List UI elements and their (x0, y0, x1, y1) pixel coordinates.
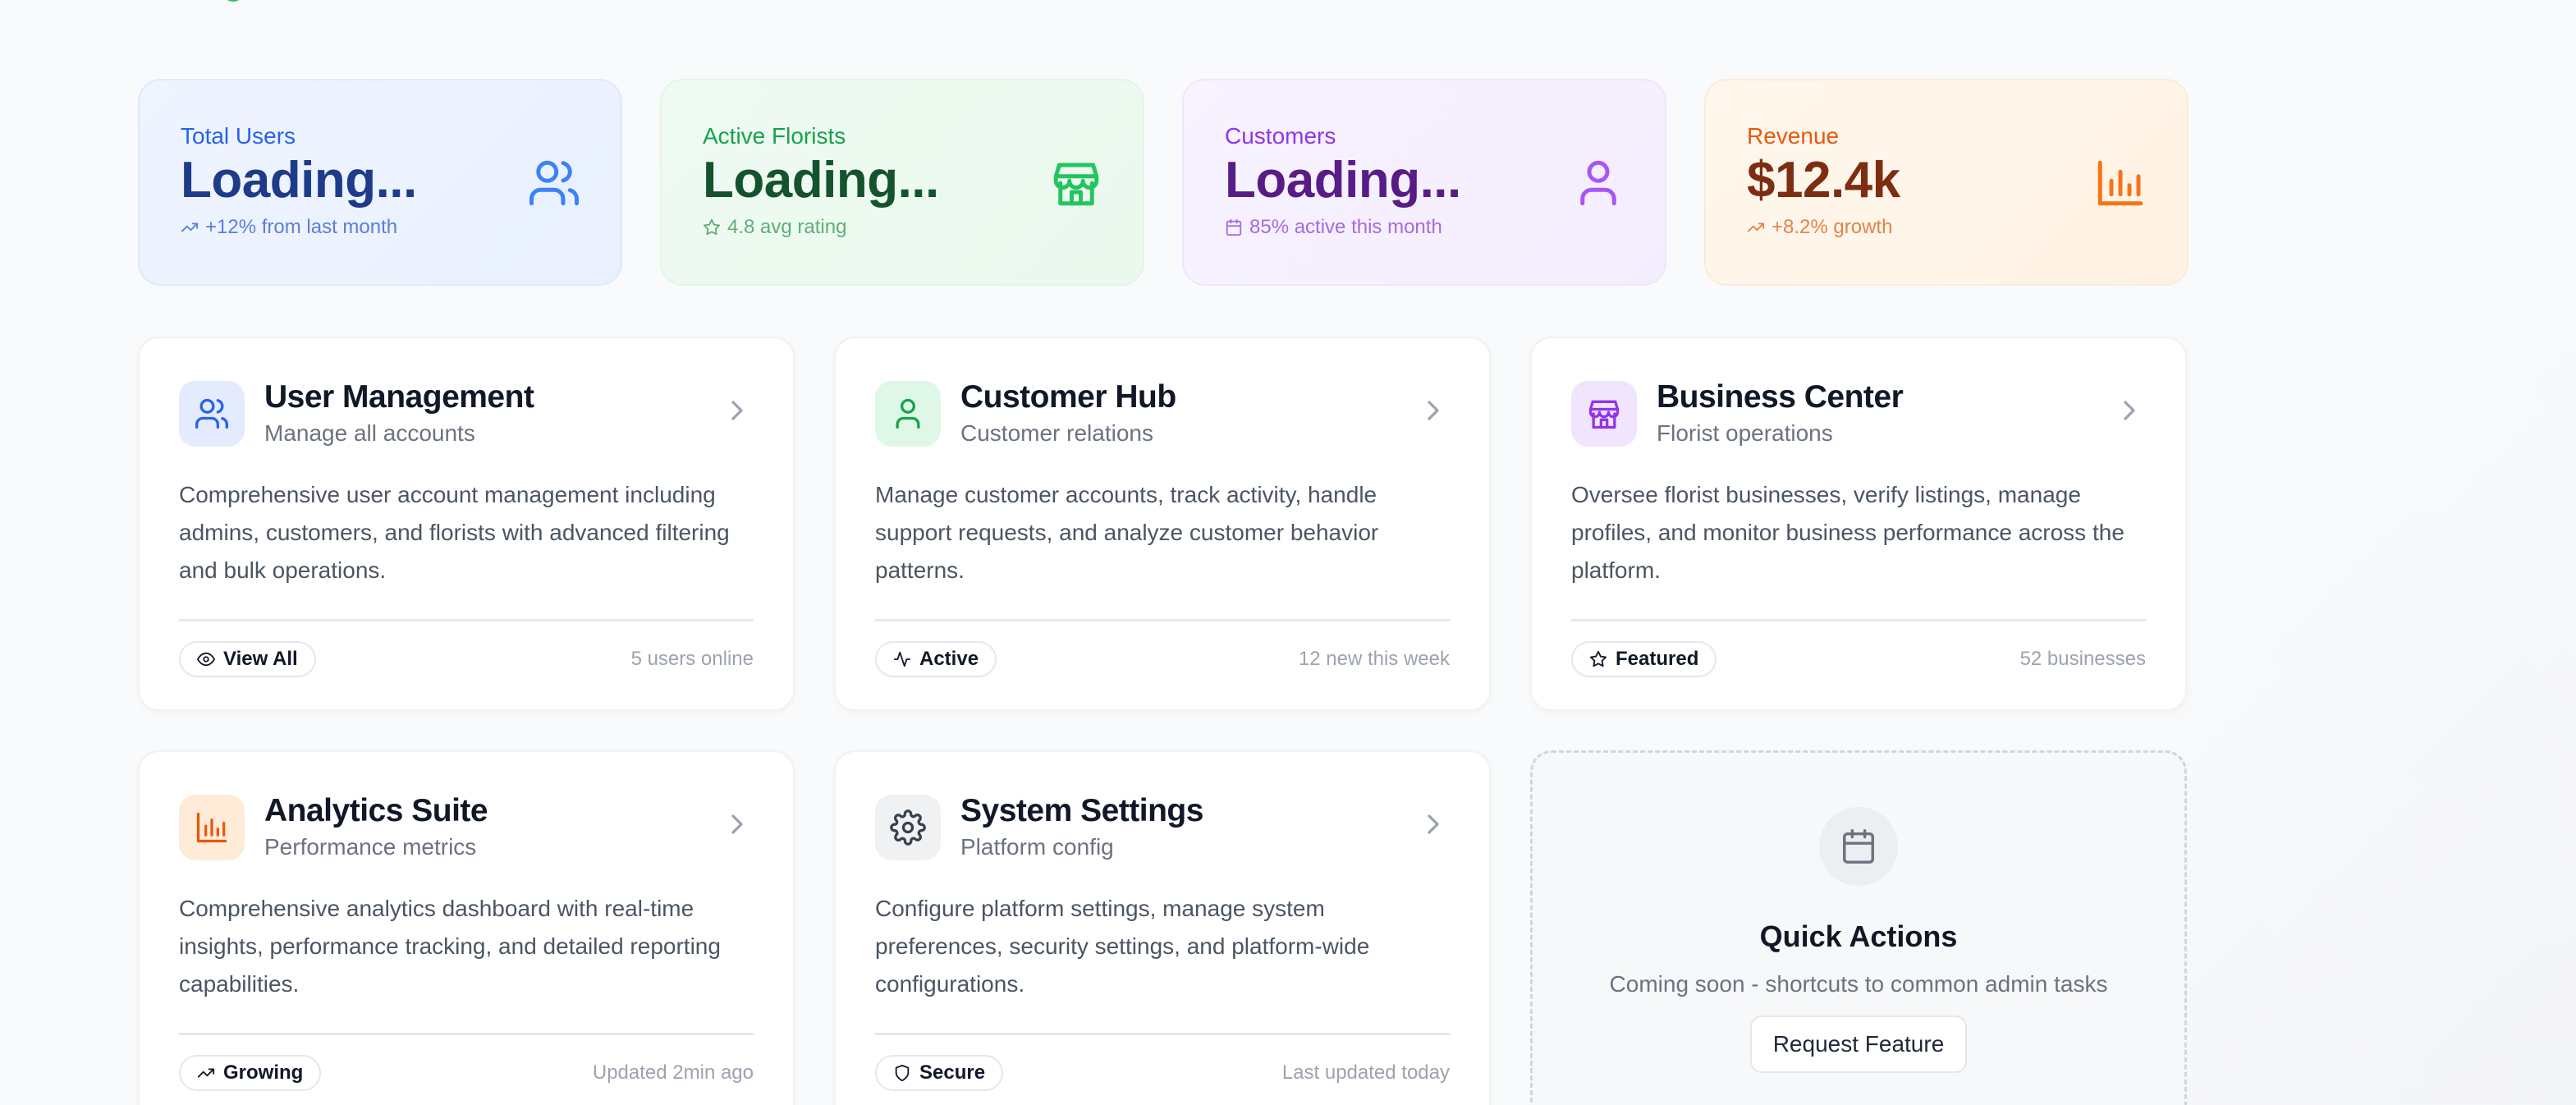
badge-active[interactable]: Active (875, 641, 997, 677)
card-footnote: 52 businesses (2019, 648, 2146, 670)
quick-actions-title: Quick Actions (1759, 919, 1958, 953)
stat-sub: 4.8 avg rating (703, 215, 1143, 240)
user-icon (1580, 160, 1616, 206)
badge-secure[interactable]: Secure (875, 1055, 1004, 1091)
badge-label: Featured (1616, 648, 1699, 670)
stat-sub: +12% from last month (181, 215, 621, 240)
card-footnote: 5 users online (630, 648, 754, 670)
stats-row: Total Users Loading... +12% from last mo… (138, 79, 2189, 286)
stat-card-active-florists[interactable]: Active Florists Loading... 4.8 avg ratin… (660, 79, 1144, 286)
quick-actions-description: Coming soon - shortcuts to common admin … (1609, 971, 2108, 997)
card-description: Comprehensive analytics dashboard with r… (179, 896, 721, 997)
card-title: System Settings (960, 793, 1203, 828)
users-icon (529, 160, 579, 206)
chevron-right-icon[interactable] (2113, 394, 2146, 427)
gear-icon (890, 809, 926, 846)
card-subtitle: Florist operations (1657, 420, 1833, 446)
card-customer-hub[interactable]: Customer Hub Customer relations Manage c… (834, 337, 1491, 711)
store-icon (1053, 163, 1099, 206)
stat-sub: 85% active this month (1225, 215, 1665, 240)
chevron-right-icon[interactable] (1417, 808, 1450, 841)
card-analytics-suite[interactable]: Analytics Suite Performance metrics Comp… (138, 750, 795, 1105)
divider (179, 619, 754, 621)
stat-card-total-users[interactable]: Total Users Loading... +12% from last mo… (138, 79, 622, 286)
badge-featured[interactable]: Featured (1571, 641, 1717, 677)
quick-actions-icon-wrap (1819, 807, 1898, 886)
badge-label: Active (919, 648, 979, 670)
stat-card-customers[interactable]: Customers Loading... 85% active this mon… (1182, 79, 1666, 286)
card-description: Manage customer accounts, track activity… (875, 482, 1379, 583)
card-description: Configure platform settings, manage syst… (875, 896, 1370, 997)
badge-growing[interactable]: Growing (179, 1055, 322, 1091)
card-title: Analytics Suite (264, 793, 488, 828)
stat-sub-text: +8.2% growth (1772, 216, 1893, 238)
badge-label: Secure (919, 1061, 986, 1084)
quick-actions-card: Quick Actions Coming soon - shortcuts to… (1530, 750, 2187, 1105)
calendar-icon (1226, 218, 1242, 236)
bar-chart-icon (2097, 160, 2143, 206)
card-title: Business Center (1657, 379, 1904, 415)
card-description: Oversee florist businesses, verify listi… (1571, 482, 2125, 583)
card-icon-wrap (875, 381, 941, 447)
users-icon (195, 398, 228, 429)
stat-sub-text: 85% active this month (1249, 216, 1442, 238)
stat-sub: +8.2% growth (1747, 215, 2187, 240)
card-icon-wrap (179, 381, 245, 447)
stat-label: Revenue (1747, 123, 1840, 149)
divider (875, 1033, 1450, 1035)
card-subtitle: Platform config (960, 834, 1114, 860)
card-title: Customer Hub (960, 379, 1176, 415)
card-subtitle: Manage all accounts (264, 420, 475, 446)
user-icon (896, 398, 920, 429)
card-system-settings[interactable]: System Settings Platform config Configur… (834, 750, 1491, 1105)
trending-up-icon (181, 222, 199, 232)
card-business-center[interactable]: Business Center Florist operations Overs… (1530, 337, 2187, 711)
card-subtitle: Performance metrics (264, 834, 477, 860)
card-subtitle: Customer relations (960, 420, 1153, 446)
card-description: Comprehensive user account management in… (179, 482, 730, 583)
star-icon (1589, 650, 1607, 667)
stat-label: Customers (1225, 123, 1336, 149)
chevron-right-icon[interactable] (721, 808, 754, 841)
status-indicator (222, 0, 245, 2)
badge-view-all[interactable]: View All (179, 641, 316, 677)
stat-label: Total Users (181, 123, 296, 149)
card-icon-wrap (1571, 381, 1637, 447)
divider (179, 1033, 754, 1035)
card-footnote: Last updated today (1281, 1061, 1450, 1084)
trending-up-icon (1747, 222, 1765, 232)
stat-label: Active Florists (703, 123, 846, 149)
divider (1571, 619, 2146, 621)
stat-sub-text: +12% from last month (205, 216, 398, 238)
stat-card-revenue[interactable]: Revenue $12.4k +8.2% growth (1704, 79, 2189, 286)
activity-icon (893, 651, 911, 667)
shield-icon (895, 1064, 910, 1082)
divider (875, 619, 1450, 621)
card-icon-wrap (875, 795, 941, 860)
card-title: User Management (264, 379, 534, 415)
calendar-icon (1843, 829, 1874, 864)
eye-icon (197, 652, 215, 667)
star-icon (703, 218, 721, 236)
badge-label: Growing (223, 1061, 304, 1084)
chevron-right-icon[interactable] (1417, 394, 1450, 427)
chevron-right-icon[interactable] (721, 394, 754, 427)
bar-chart-icon (196, 812, 227, 843)
card-user-management[interactable]: User Management Manage all accounts Comp… (138, 337, 795, 711)
stat-sub-text: 4.8 avg rating (727, 216, 847, 238)
card-icon-wrap (179, 795, 245, 860)
request-feature-button[interactable]: Request Feature (1749, 1016, 1968, 1073)
badge-label: View All (223, 648, 298, 670)
store-icon (1588, 400, 1620, 429)
trending-up-icon (197, 1068, 215, 1078)
card-footnote: Updated 2min ago (592, 1061, 754, 1084)
card-footnote: 12 new this week (1298, 648, 1450, 670)
